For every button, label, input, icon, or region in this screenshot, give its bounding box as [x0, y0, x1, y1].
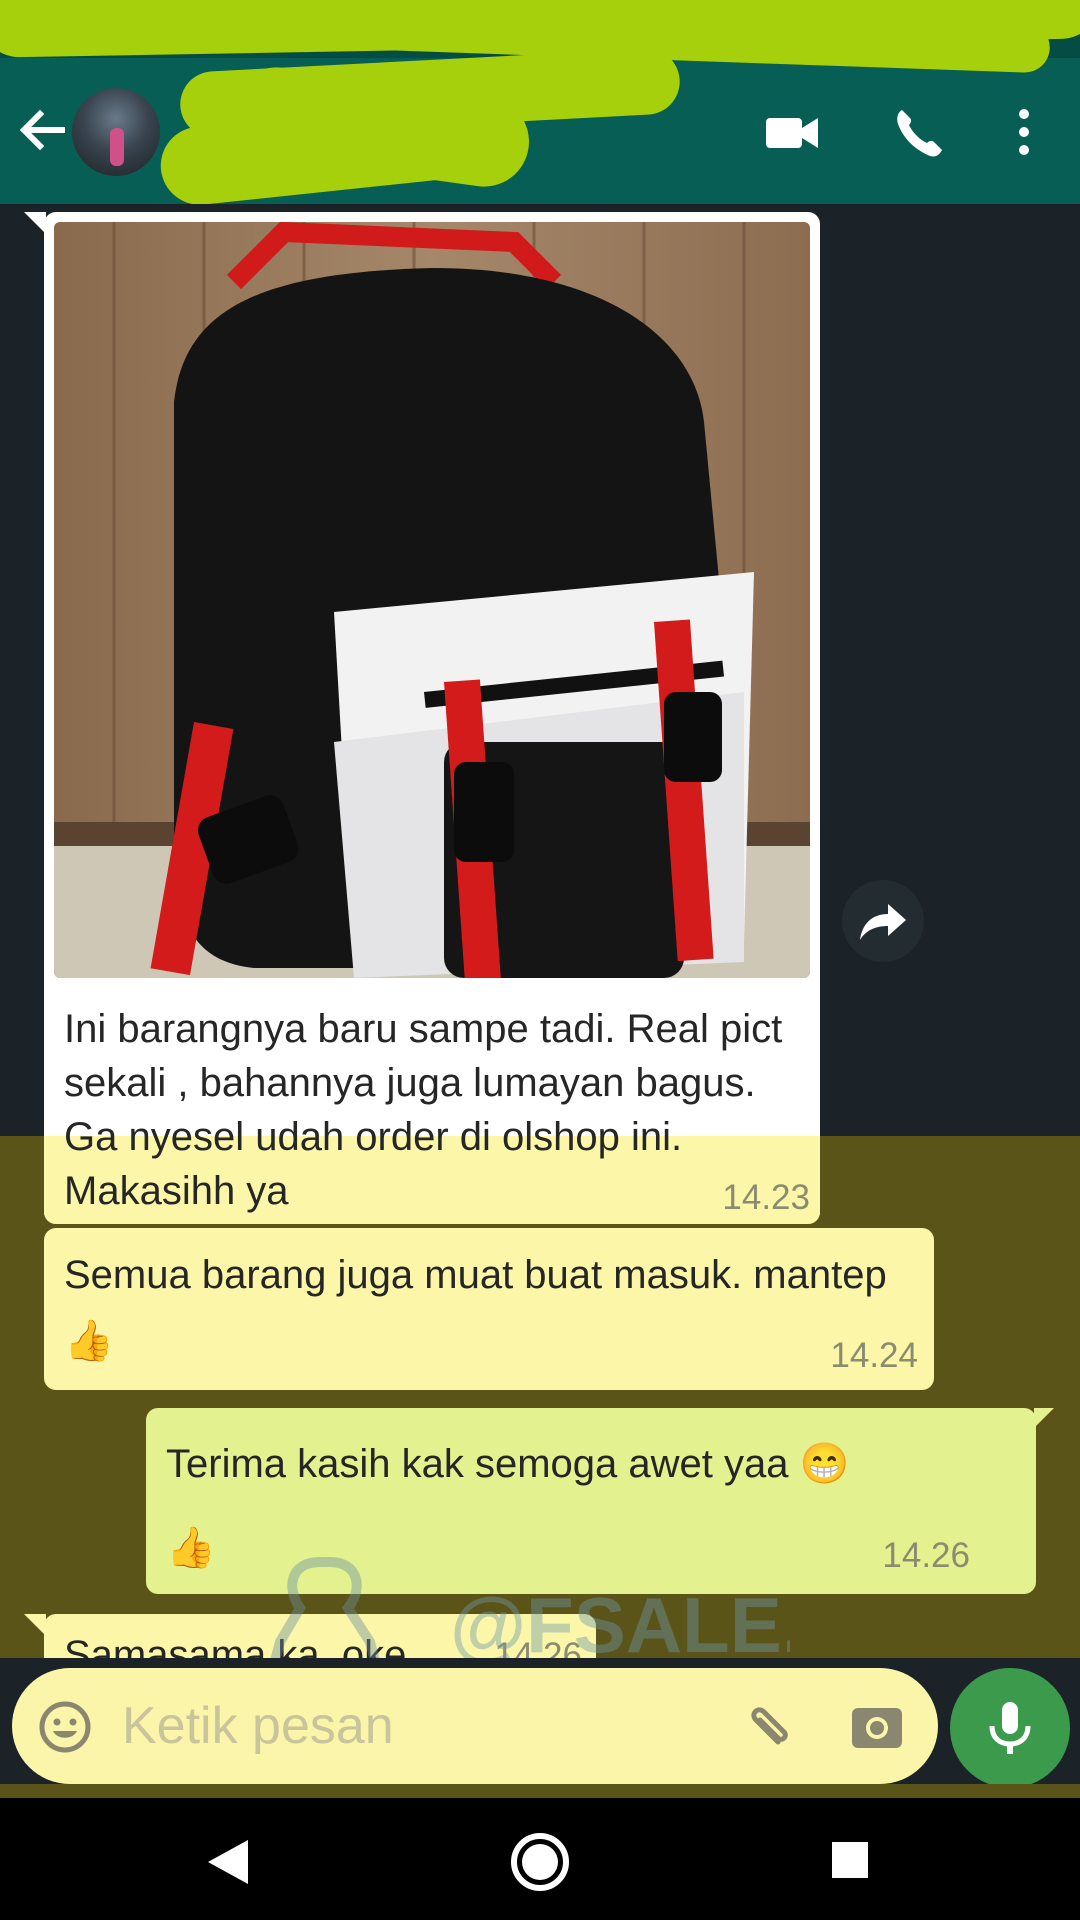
watermark-logo: @FSALE. ONLINE [230, 1522, 803, 1658]
backpack-photo[interactable] [54, 222, 810, 978]
emoji-icon[interactable] [38, 1700, 92, 1754]
forward-icon [860, 904, 906, 940]
composer-spacer [0, 1784, 1080, 1798]
message-time: 14.23 [722, 1178, 810, 1217]
system-navigation-bar [0, 1798, 1080, 1920]
nav-recents-icon[interactable] [830, 1840, 870, 1880]
backpack-image [54, 222, 810, 978]
message-text: Semua barang juga muat buat masuk. mante… [64, 1253, 898, 1363]
message-bubble-incoming[interactable]: Ini barangnya baru sampe tadi. Real pict… [24, 212, 820, 1224]
back-button[interactable] [14, 100, 70, 160]
contact-avatar[interactable] [72, 88, 160, 176]
message-time: 14.26 [882, 1536, 970, 1575]
arrow-left-icon [19, 109, 65, 151]
mic-icon [989, 1702, 1031, 1754]
message-input[interactable] [122, 1696, 682, 1756]
message-time: 14.24 [830, 1336, 918, 1375]
more-vert-icon [1019, 109, 1029, 155]
forward-button[interactable] [842, 880, 924, 962]
video-call-icon [766, 118, 818, 148]
paperclip-icon[interactable] [740, 1698, 796, 1754]
nav-home-icon[interactable] [508, 1830, 572, 1894]
phone-icon [897, 110, 942, 157]
message-composer[interactable] [12, 1668, 938, 1784]
voice-record-button[interactable] [950, 1668, 1070, 1788]
camera-icon[interactable] [848, 1698, 906, 1754]
nav-back-icon[interactable] [204, 1836, 252, 1888]
message-bubble-incoming[interactable]: Semua barang juga muat buat masuk. mante… [44, 1228, 934, 1390]
chat-area[interactable]: Ini barangnya baru sampe tadi. Real pict… [0, 204, 1080, 1658]
video-call-button[interactable] [762, 100, 822, 164]
svg-text:@FSALE.: @FSALE. [450, 1581, 790, 1658]
voice-call-button[interactable] [888, 100, 948, 164]
message-text: Ini barangnya baru sampe tadi. Real pict… [64, 1007, 794, 1213]
more-options-button[interactable] [1000, 100, 1048, 164]
